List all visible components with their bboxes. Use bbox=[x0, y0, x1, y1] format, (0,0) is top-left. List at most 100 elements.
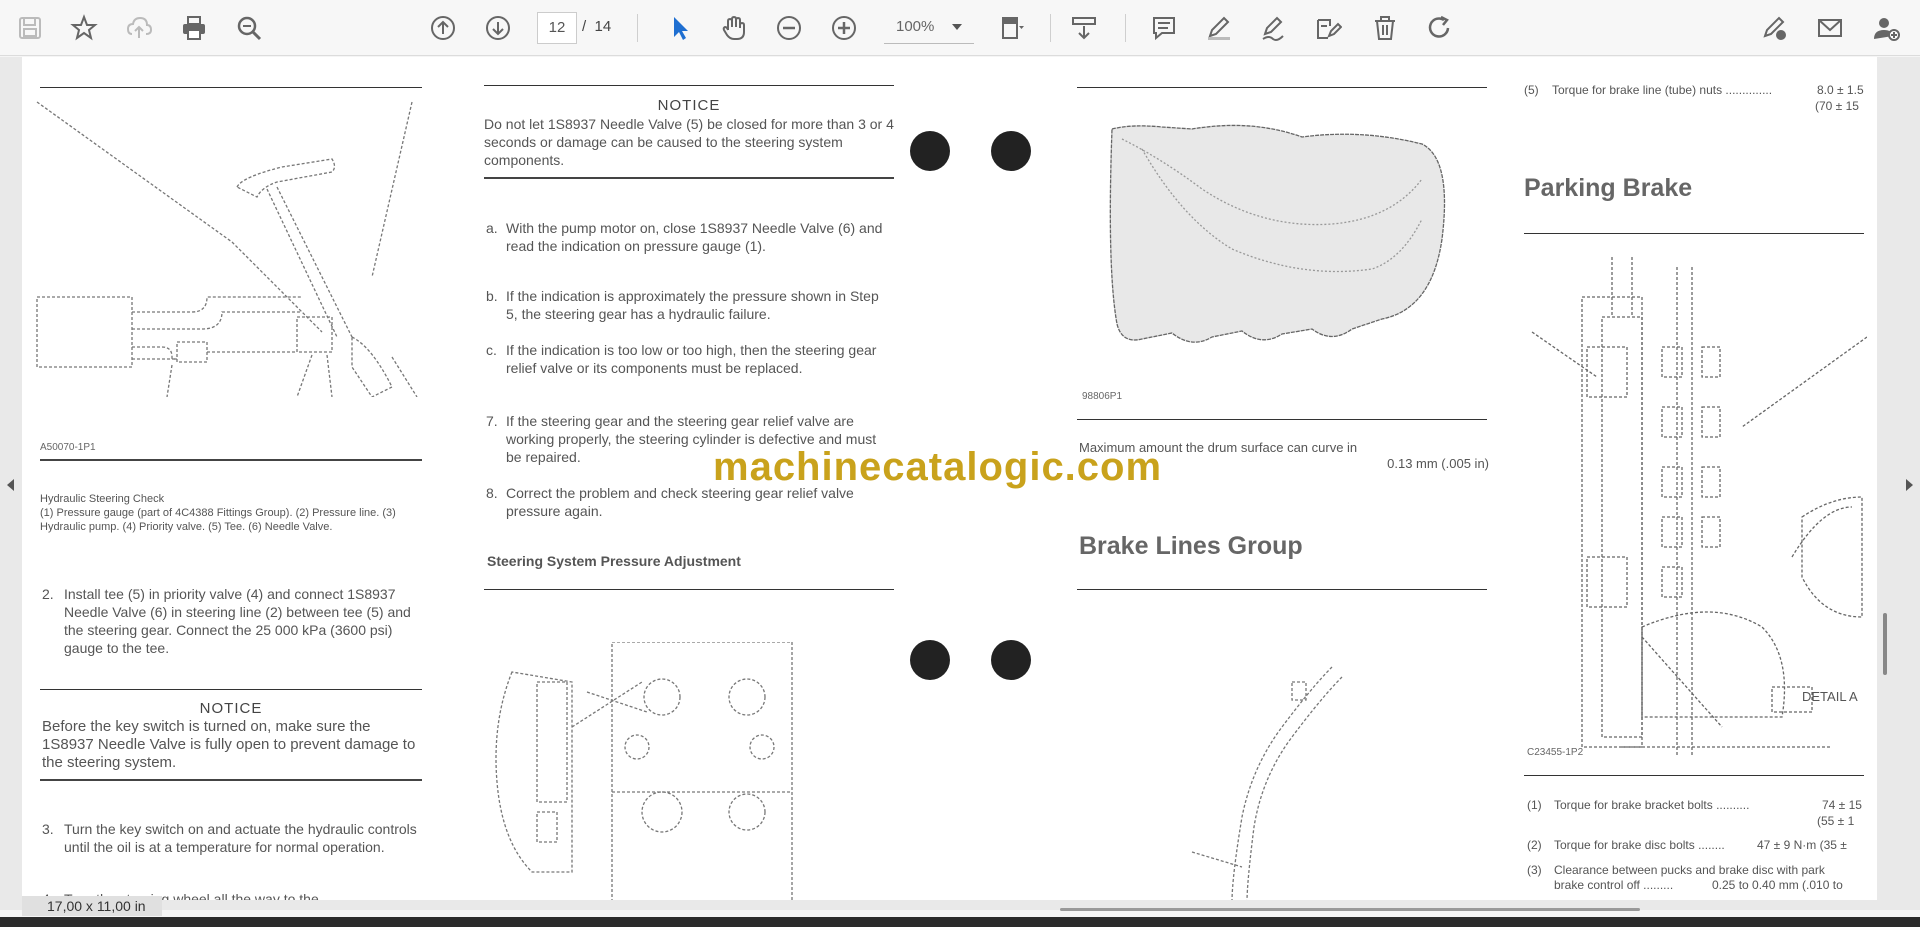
rule bbox=[1077, 87, 1487, 88]
page-number-input[interactable]: 12 bbox=[537, 12, 577, 44]
print-icon[interactable] bbox=[176, 10, 212, 46]
figure-caption-title: Hydraulic Steering Check bbox=[40, 493, 165, 505]
hydraulic-steering-check-diagram bbox=[36, 101, 418, 397]
binding-hole bbox=[910, 640, 950, 680]
toolbar-divider bbox=[637, 14, 638, 42]
notice-text: Before the key switch is turned on, make… bbox=[42, 718, 416, 771]
redo-icon[interactable] bbox=[1422, 10, 1458, 46]
item-text: If the indication is approximately the p… bbox=[506, 288, 879, 322]
comment-icon[interactable] bbox=[1146, 10, 1182, 46]
spec-item-text: Torque for brake bracket bolts .........… bbox=[1554, 798, 1750, 812]
account-icon[interactable] bbox=[1868, 10, 1904, 46]
zoom-search-icon[interactable] bbox=[231, 10, 267, 46]
step-text: Turn the key switch on and actuate the h… bbox=[64, 821, 417, 855]
step-text: Install tee (5) in priority valve (4) an… bbox=[64, 586, 411, 656]
toolbar-divider bbox=[1125, 14, 1126, 42]
rule bbox=[1524, 775, 1864, 776]
brake-drum-diagram bbox=[1109, 124, 1446, 343]
step-number: 3. bbox=[42, 821, 54, 837]
rule bbox=[1077, 589, 1487, 590]
edit-text-icon[interactable] bbox=[1310, 10, 1346, 46]
spec-item-value: (55 ± 1 bbox=[1817, 814, 1855, 828]
rule bbox=[484, 85, 894, 86]
highlight-pen-icon[interactable] bbox=[1201, 10, 1237, 46]
item-letter: a. bbox=[486, 220, 498, 236]
prev-page-arrow-icon[interactable] bbox=[7, 479, 14, 491]
zoom-in-icon[interactable] bbox=[826, 10, 862, 46]
spec-item-value: (70 ± 15 bbox=[1815, 99, 1859, 113]
rule bbox=[484, 177, 894, 179]
item-letter: c. bbox=[486, 342, 497, 358]
steering-valve-diagram bbox=[495, 642, 793, 900]
toolbar-divider bbox=[1050, 14, 1051, 42]
trash-icon[interactable] bbox=[1367, 10, 1403, 46]
subheading: Steering System Pressure Adjustment bbox=[487, 553, 741, 569]
section-heading: Brake Lines Group bbox=[1079, 532, 1303, 560]
rule bbox=[40, 779, 422, 781]
spec-item-number: (2) bbox=[1527, 838, 1542, 852]
binding-hole bbox=[910, 131, 950, 171]
spec-item-value: 74 ± 15 bbox=[1822, 798, 1862, 812]
chevron-down-icon[interactable] bbox=[952, 24, 962, 30]
notice-title: NOTICE bbox=[199, 700, 263, 717]
hand-tool-icon[interactable] bbox=[716, 10, 752, 46]
toolbar: 12 / 14 100% bbox=[0, 0, 1920, 56]
step-number: 8. bbox=[486, 485, 498, 501]
spec-item-number: (1) bbox=[1527, 798, 1542, 812]
vertical-scrollbar[interactable] bbox=[1880, 57, 1898, 910]
rule bbox=[40, 689, 422, 690]
spec-item-number: (5) bbox=[1524, 83, 1539, 97]
next-page-arrow-icon[interactable] bbox=[1906, 479, 1913, 491]
step-number: 2. bbox=[42, 586, 54, 602]
spec-item-text: Torque for brake disc bolts ........ bbox=[1554, 838, 1725, 852]
spec-item-text: Clearance between pucks and brake disc w… bbox=[1554, 863, 1825, 877]
section-heading: Parking Brake bbox=[1524, 174, 1693, 202]
item-text: If the indication is too low or too high… bbox=[506, 342, 877, 376]
spec-item-number: (3) bbox=[1527, 863, 1542, 877]
bookmark-star-icon[interactable] bbox=[66, 10, 102, 46]
document-viewer[interactable]: A50070-1P1 Hydraulic Steering Check (1) … bbox=[0, 57, 1920, 910]
watermark: machinecatalogic.com bbox=[713, 445, 1163, 489]
horizontal-scrollbar[interactable] bbox=[1060, 908, 1640, 911]
binding-hole bbox=[991, 131, 1031, 171]
page-fit-icon[interactable] bbox=[994, 10, 1030, 46]
rule bbox=[1524, 233, 1864, 234]
draw-freehand-icon[interactable] bbox=[1255, 10, 1291, 46]
page-size-status: 17,00 x 11,00 in bbox=[22, 896, 162, 916]
figure-caption: (1) Pressure gauge (part of 4C4388 Fitti… bbox=[40, 507, 396, 533]
rule bbox=[40, 87, 422, 88]
spec-item-value: 0.25 to 0.40 mm (.010 to bbox=[1712, 878, 1843, 892]
item-text: With the pump motor on, close 1S8937 Nee… bbox=[506, 220, 883, 254]
spec-item-value: 8.0 ± 1.5 bbox=[1817, 83, 1864, 97]
save-icon[interactable] bbox=[12, 10, 48, 46]
taskbar-strip bbox=[0, 917, 1920, 927]
spec-item-value: 47 ± 9 N·m (35 ± bbox=[1757, 838, 1847, 852]
select-cursor-icon[interactable] bbox=[662, 10, 698, 46]
step-number: 7. bbox=[486, 413, 498, 429]
vertical-scrollbar-thumb[interactable] bbox=[1883, 613, 1887, 675]
total-pages: 14 bbox=[594, 18, 612, 35]
detail-label: DETAIL A bbox=[1802, 689, 1858, 704]
notice-text: Do not let 1S8937 Needle Valve (5) be cl… bbox=[484, 116, 894, 168]
page-count: / 14 bbox=[582, 18, 611, 35]
zoom-out-icon[interactable] bbox=[771, 10, 807, 46]
figure-id: C23455-1P2 bbox=[1527, 747, 1584, 758]
rule bbox=[484, 589, 894, 590]
rule bbox=[40, 459, 422, 461]
rule bbox=[1077, 419, 1487, 420]
page-separator: / bbox=[582, 18, 587, 35]
notice-title: NOTICE bbox=[657, 97, 721, 114]
item-letter: b. bbox=[486, 288, 498, 304]
figure-id: 98806P1 bbox=[1082, 391, 1123, 402]
figure-id: A50070-1P1 bbox=[40, 442, 96, 453]
scroll-mode-icon[interactable] bbox=[1066, 10, 1102, 46]
spec-item-text: Torque for brake line (tube) nuts ......… bbox=[1552, 83, 1773, 97]
page-up-icon[interactable] bbox=[425, 10, 461, 46]
email-icon[interactable] bbox=[1812, 10, 1848, 46]
binding-hole bbox=[991, 640, 1031, 680]
page-down-icon[interactable] bbox=[480, 10, 516, 46]
sign-pen-icon[interactable] bbox=[1757, 10, 1793, 46]
cloud-upload-icon[interactable] bbox=[121, 10, 157, 46]
brake-lines-diagram bbox=[1191, 666, 1343, 900]
spec-item-text: brake control off ......... bbox=[1554, 878, 1674, 892]
